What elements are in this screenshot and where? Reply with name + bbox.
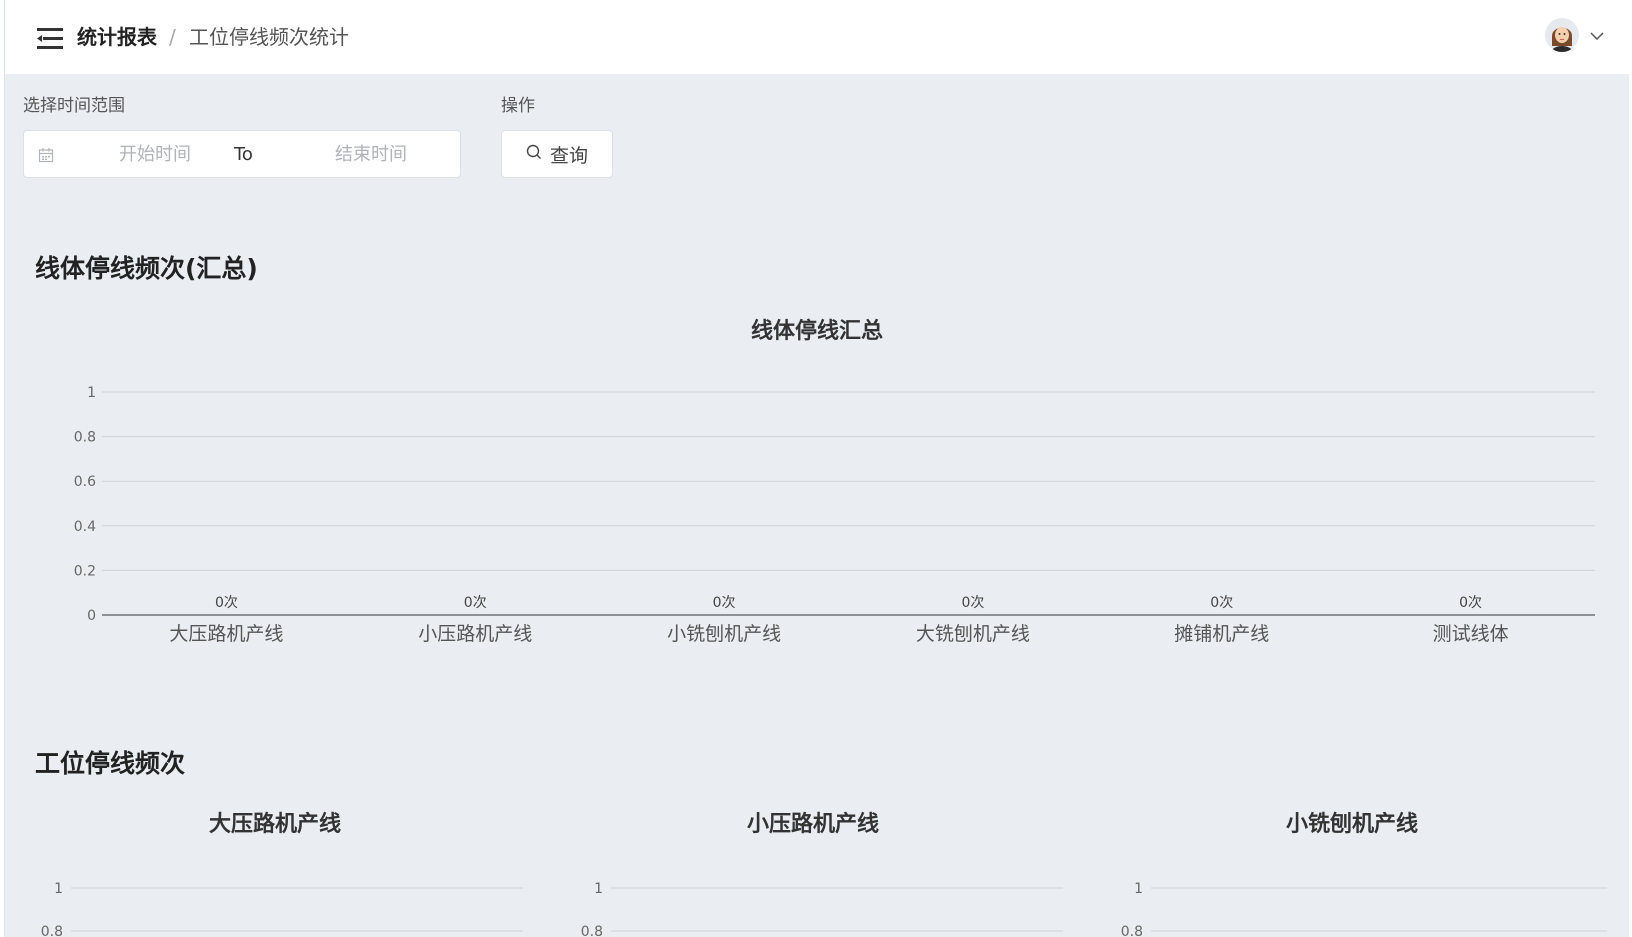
- y-tick-label: 0.8: [581, 924, 603, 937]
- y-tick-label: 0.8: [74, 430, 96, 446]
- y-tick-label: 1: [1134, 881, 1143, 897]
- station-bar-chart-3: 10.8: [1121, 881, 1607, 937]
- x-category-label: 测试线体: [1433, 623, 1509, 645]
- x-category-label: 大铣刨机产线: [916, 623, 1030, 645]
- chevron-down-icon[interactable]: [1589, 28, 1605, 44]
- y-tick-label: 0.2: [74, 563, 96, 579]
- station-chart-title-3: 小铣刨机产线: [1285, 812, 1418, 837]
- y-tick-label: 0: [87, 608, 96, 624]
- x-category-label: 小压路机产线: [418, 623, 532, 645]
- collapse-menu-icon[interactable]: [35, 26, 65, 52]
- search-icon: [526, 143, 542, 165]
- summary-chart-title: 线体停线汇总: [750, 319, 883, 344]
- date-range-picker[interactable]: To: [23, 130, 461, 178]
- action-label: 操作: [501, 96, 535, 116]
- summary-bar-chart: 0 0.2 0.4 0.6 0.8 1 0次大压路机产线 0次小压路机产线 0次小铣刨机产线 0次…: [74, 385, 1595, 645]
- calendar-icon: [38, 147, 54, 163]
- app-frame: 统计报表 / 工位停线频次统计 选择时间范围 开始时间 To 结束时间 操作 查…: [4, 0, 1629, 937]
- bar-data-label: 0次: [1459, 595, 1482, 611]
- y-tick-label: 0.8: [1121, 924, 1143, 937]
- query-button[interactable]: 查询: [501, 130, 613, 178]
- breadcrumb-separator: /: [169, 25, 176, 49]
- bar-data-label: 0次: [215, 595, 238, 611]
- bar-data-label: 0次: [961, 595, 984, 611]
- station-bar-chart-2: 10.8: [581, 881, 1063, 937]
- range-separator-to: To: [234, 144, 253, 165]
- start-time-input[interactable]: [98, 141, 212, 169]
- y-tick-label: 1: [87, 385, 96, 401]
- x-category-label: 小铣刨机产线: [667, 623, 781, 645]
- y-tick-label: 0.6: [74, 474, 96, 490]
- y-tick-label: 0.4: [74, 519, 96, 535]
- bar-data-label: 0次: [464, 595, 487, 611]
- station-chart-title-2: 小压路机产线: [746, 812, 879, 837]
- y-tick-label: 1: [594, 881, 603, 897]
- station-section-title: 工位停线频次: [35, 749, 186, 778]
- user-avatar[interactable]: [1545, 18, 1579, 52]
- bar-data-label: 0次: [1210, 595, 1233, 611]
- breadcrumb-current-page: 工位停线频次统计: [189, 25, 349, 49]
- y-tick-label: 1: [54, 881, 63, 897]
- bar-data-label: 0次: [713, 595, 736, 611]
- end-time-input[interactable]: [314, 141, 428, 169]
- query-button-label: 查询: [549, 144, 588, 167]
- breadcrumb-root[interactable]: 统计报表: [77, 22, 157, 52]
- x-category-label: 大压路机产线: [169, 623, 283, 645]
- station-chart-title-1: 大压路机产线: [208, 812, 341, 837]
- top-header: 统计报表 / 工位停线频次统计: [5, 0, 1629, 74]
- time-range-label: 选择时间范围: [23, 96, 125, 116]
- station-bar-chart-1: 10.8: [41, 881, 523, 937]
- summary-section-title: 线体停线频次(汇总): [35, 254, 258, 283]
- y-tick-label: 0.8: [41, 924, 63, 937]
- x-category-label: 摊铺机产线: [1174, 623, 1269, 645]
